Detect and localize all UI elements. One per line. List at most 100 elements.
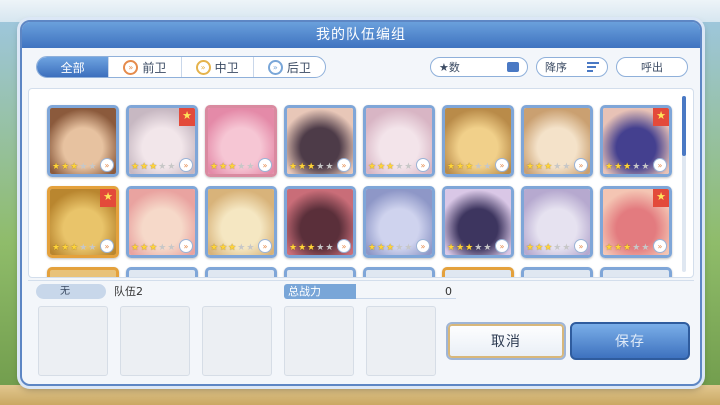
star-icon: ★ [562,162,571,172]
role-icon: » [495,239,509,253]
character-card[interactable]: ★ ★ ★ ★ ★ » [126,186,198,258]
character-card[interactable]: ★ ★ ★ ★ ★» ★ [600,186,672,258]
sort-field-button[interactable]: ★数 [430,57,528,77]
star-icon: ★ [544,243,553,253]
star-icon: ★ [289,243,298,253]
call-button[interactable]: 呼出 [616,57,688,77]
roster-scrollbar-thumb[interactable] [682,96,686,156]
tab-mid-label: 中卫 [214,60,239,75]
star-rating: ★ ★ ★ ★ ★ [131,162,175,172]
character-card[interactable]: ★ ★ ★ ★ ★ » [284,186,356,258]
team-slot-4[interactable] [284,306,354,376]
character-card[interactable]: ★ ★ ★ ★ ★» [521,105,593,177]
star-icon: ★ [237,243,246,253]
background-bottom [0,385,720,405]
star-icon: ★ [61,162,70,172]
team-slot-2[interactable] [120,306,190,376]
mid-role-icon: » [195,59,211,75]
character-card[interactable]: ★ ★ ★ ★ ★» [205,105,277,177]
role-icon: » [574,158,588,172]
star-icon: ★ [377,243,386,253]
character-card[interactable]: ★ ★ ★ ★ ★ » [363,186,435,258]
star-icon: ★ [298,243,307,253]
character-card[interactable]: ★ ★ ★ ★ ★ » [205,186,277,258]
star-icon: ★ [641,162,650,172]
star-rating: ★ ★ ★ ★ ★ [289,243,333,253]
star-icon: ★ [623,243,632,253]
star-icon: ★ [61,243,70,253]
character-card[interactable] [47,267,119,277]
star-rating: ★ ★ ★ ★ ★ [210,243,254,253]
star-icon: ★ [632,243,641,253]
character-card[interactable]: ★ ★ ★ ★ ★» [284,105,356,177]
star-icon: ★ [307,243,316,253]
call-label: 呼出 [641,61,663,74]
sort-order-label: 降序 [545,61,567,74]
character-roster-grid[interactable]: ★ ★ ★ ★ ★» ★ ★ ★ ★ ★» ★ ★ ★ ★ ★ ★» ★ ★ ★ ★ ★» ★ ★ ★ ★ ★» ★ ★ ★ ★ ★» ★ ★ ★… [28,88,694,278]
tab-front[interactable]: » 前卫 [109,57,182,77]
role-icon: » [653,239,667,253]
star-icon: ★ [605,162,614,172]
character-card[interactable] [205,267,277,277]
star-icon: ★ [447,243,456,253]
role-icon: » [653,158,667,172]
star-icon: ★ [52,243,61,253]
star-icon: ★ [632,162,641,172]
tab-back[interactable]: » 后卫 [254,57,325,77]
star-icon: ★ [210,162,219,172]
star-icon: ★ [210,243,219,253]
role-icon: » [258,239,272,253]
character-card[interactable] [284,267,356,277]
role-icon: » [179,239,193,253]
star-icon: ★ [79,243,88,253]
team-formation-dialog: 我的队伍编组 全部 » 前卫 » 中卫 » 后卫 ★数 降序 呼出 ★ ★ ★ ★ ★»… [20,20,702,386]
character-card[interactable] [126,267,198,277]
save-button[interactable]: 保存 [570,322,690,360]
character-card[interactable] [363,267,435,277]
favorite-badge-icon: ★ [179,108,195,126]
tab-mid[interactable]: » 中卫 [182,57,254,77]
front-role-icon: » [123,59,139,75]
character-card[interactable]: ★ ★ ★ ★ ★» ★ [126,105,198,177]
character-card[interactable]: ★ ★ ★ ★ ★» [442,186,514,258]
sort-order-button[interactable]: 降序 [536,57,608,77]
character-card[interactable] [600,267,672,277]
character-card[interactable]: ★ ★ ★ ★ ★» ★ [600,105,672,177]
star-icon: ★ [641,243,650,253]
tab-front-label: 前卫 [142,60,167,75]
star-icon: ★ [483,162,492,172]
role-icon: » [416,239,430,253]
role-icon: » [495,158,509,172]
star-icon: ★ [167,243,176,253]
star-icon: ★ [219,162,228,172]
team-slot-5[interactable] [366,306,436,376]
roster-scrollbar[interactable] [682,96,686,272]
role-icon: » [337,239,351,253]
star-icon: ★ [526,243,535,253]
star-icon: ★ [614,243,623,253]
star-icon: ★ [605,243,614,253]
star-rating: ★ ★ ★ ★ ★ [52,162,96,172]
cancel-button[interactable]: 取消 [446,322,566,360]
tab-all[interactable]: 全部 [37,57,110,77]
star-icon: ★ [562,243,571,253]
character-card[interactable]: ★ ★ ★ ★ ★» [47,105,119,177]
character-card[interactable] [521,267,593,277]
star-rating: ★ ★ ★ ★ ★ [289,162,333,172]
star-rating: ★ ★ ★ ★ ★ [52,243,96,253]
star-icon: ★ [52,162,61,172]
character-card[interactable]: ★ ★ ★ ★ ★» [363,105,435,177]
star-rating: ★ ★ ★ ★ ★ [526,243,570,253]
character-card[interactable]: ★ ★ ★ ★ ★» [442,105,514,177]
star-icon: ★ [298,162,307,172]
star-icon: ★ [228,243,237,253]
team-slot-3[interactable] [202,306,272,376]
character-card[interactable] [442,267,514,277]
star-icon: ★ [544,162,553,172]
star-rating: ★ ★ ★ ★ ★ [131,243,175,253]
character-card[interactable]: ★ ★ ★ ★ ★» ★ [47,186,119,258]
dialog-title: 我的队伍编组 [22,22,700,48]
star-rating: ★ ★ ★ ★ ★ [368,243,412,253]
team-slot-1[interactable] [38,306,108,376]
character-card[interactable]: ★ ★ ★ ★ ★» [521,186,593,258]
